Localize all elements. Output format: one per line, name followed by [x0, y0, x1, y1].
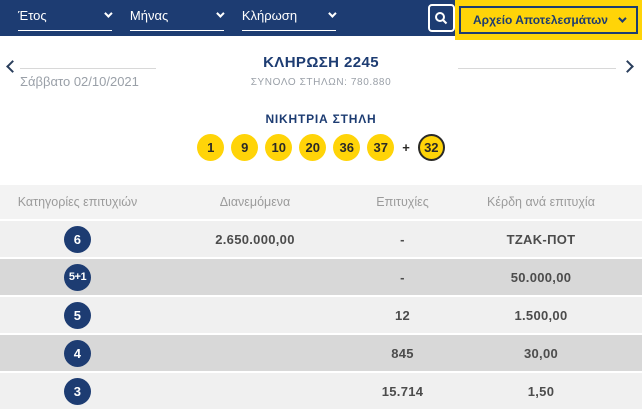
- wins-cell: 12: [394, 307, 411, 323]
- month-dropdown[interactable]: Μήνας: [129, 6, 225, 31]
- search-button[interactable]: [427, 4, 455, 32]
- column-header-categories: Κατηγορίες επιτυχιών: [17, 195, 138, 209]
- total-columns-label: ΣΥΝΟΛΟ ΣΤΗΛΩΝ: 780.880: [250, 77, 392, 88]
- prize-cell: 1,50: [527, 383, 555, 399]
- winning-column-title: ΝΙΚΗΤΡΙΑ ΣΤΗΛΗ: [265, 112, 377, 126]
- prize-table-body: 6 2.650.000,00 - ΤΖΑΚ-ΠΟΤ 5+1 - 50.000,00 5 12 1.…: [0, 221, 642, 409]
- winning-number-ball: 20: [299, 134, 327, 161]
- winning-number-ball: 10: [265, 134, 293, 161]
- category-cell: 4: [0, 339, 175, 367]
- category-cell: 5: [0, 301, 175, 329]
- chevron-down-icon: [618, 14, 627, 23]
- table-row: 3 15.714 1,50: [0, 373, 642, 409]
- prize-table: Κατηγορίες επιτυχιών Διανεμόμενα Επιτυχί…: [0, 185, 642, 409]
- divider-line: [458, 68, 616, 69]
- draw-title-block: ΚΛΗΡΩΣΗ 2245 ΣΥΝΟΛΟ ΣΤΗΛΩΝ: 780.880: [0, 54, 642, 88]
- category-badge: 5: [64, 301, 91, 329]
- distributed-cell: 2.650.000,00: [215, 231, 295, 247]
- category-badge: 4: [64, 339, 91, 367]
- filter-toolbar-blue: Έτος Μήνας Κλήρωση: [0, 0, 455, 36]
- table-row: 5+1 - 50.000,00: [0, 259, 642, 295]
- wins-cell: -: [400, 231, 405, 247]
- winning-number-ball: 1: [197, 134, 225, 161]
- category-badge: 6: [64, 225, 91, 253]
- table-row: 5 12 1.500,00: [0, 297, 642, 333]
- draw-dropdown[interactable]: Κλήρωση: [241, 6, 337, 31]
- table-row: 6 2.650.000,00 - ΤΖΑΚ-ΠΟΤ: [0, 221, 642, 257]
- archive-results-label: Αρχείο Αποτελεσμάτων: [473, 13, 608, 27]
- prize-table-header: Κατηγορίες επιτυχιών Διανεμόμενα Επιτυχί…: [0, 185, 642, 219]
- category-badge: 5+1: [64, 263, 91, 291]
- search-icon: [435, 12, 448, 25]
- draw-dropdown-label: Κλήρωση: [241, 7, 298, 23]
- prize-cell: 50.000,00: [510, 269, 572, 285]
- winning-number-ball: 9: [231, 134, 259, 161]
- category-cell: 6: [0, 225, 175, 253]
- category-cell: 5+1: [0, 263, 175, 291]
- archive-results-button[interactable]: Αρχείο Αποτελεσμάτων: [459, 6, 638, 34]
- winning-column-section: ΝΙΚΗΤΡΙΑ ΣΤΗΛΗ 1 9 10 20 36 37 +32: [0, 112, 642, 161]
- table-row: 4 845 30,00: [0, 335, 642, 371]
- chevron-down-icon: [327, 9, 337, 18]
- column-header-wins: Επιτυχίες: [376, 195, 429, 209]
- prize-cell: 1.500,00: [514, 307, 568, 323]
- draw-header: Σάββατο 02/10/2021 ΚΛΗΡΩΣΗ 2245 ΣΥΝΟΛΟ Σ…: [0, 48, 642, 104]
- column-header-prize: Κέρδη ανά επιτυχία: [487, 195, 595, 209]
- winning-numbers: 1 9 10 20 36 37 +32: [0, 134, 642, 161]
- winning-number-ball: 37: [367, 134, 395, 161]
- joker-results-page: Έτος Μήνας Κλήρωση Αρχείο Αποτελεσμάτων: [0, 0, 642, 418]
- chevron-down-icon: [216, 9, 225, 18]
- month-dropdown-label: Μήνας: [129, 7, 169, 23]
- winning-number-ball: 36: [333, 134, 361, 161]
- joker-number-ball: 32: [417, 134, 445, 161]
- year-dropdown-label: Έτος: [18, 7, 47, 23]
- prize-cell: ΤΖΑΚ-ΠΟΤ: [506, 231, 576, 247]
- prize-cell: 30,00: [523, 345, 559, 361]
- category-badge: 3: [64, 377, 91, 405]
- plus-sign: +: [402, 140, 410, 155]
- column-header-distributed: Διανεμόμενα: [219, 195, 291, 209]
- chevron-down-icon: [104, 9, 113, 18]
- wins-cell: 845: [391, 345, 414, 361]
- wins-cell: 15.714: [381, 383, 424, 399]
- category-cell: 3: [0, 377, 175, 405]
- wins-cell: -: [400, 269, 405, 285]
- year-dropdown[interactable]: Έτος: [18, 6, 113, 31]
- archive-panel: Αρχείο Αποτελεσμάτων: [455, 0, 642, 40]
- filter-toolbar: Έτος Μήνας Κλήρωση Αρχείο Αποτελεσμάτων: [0, 0, 642, 40]
